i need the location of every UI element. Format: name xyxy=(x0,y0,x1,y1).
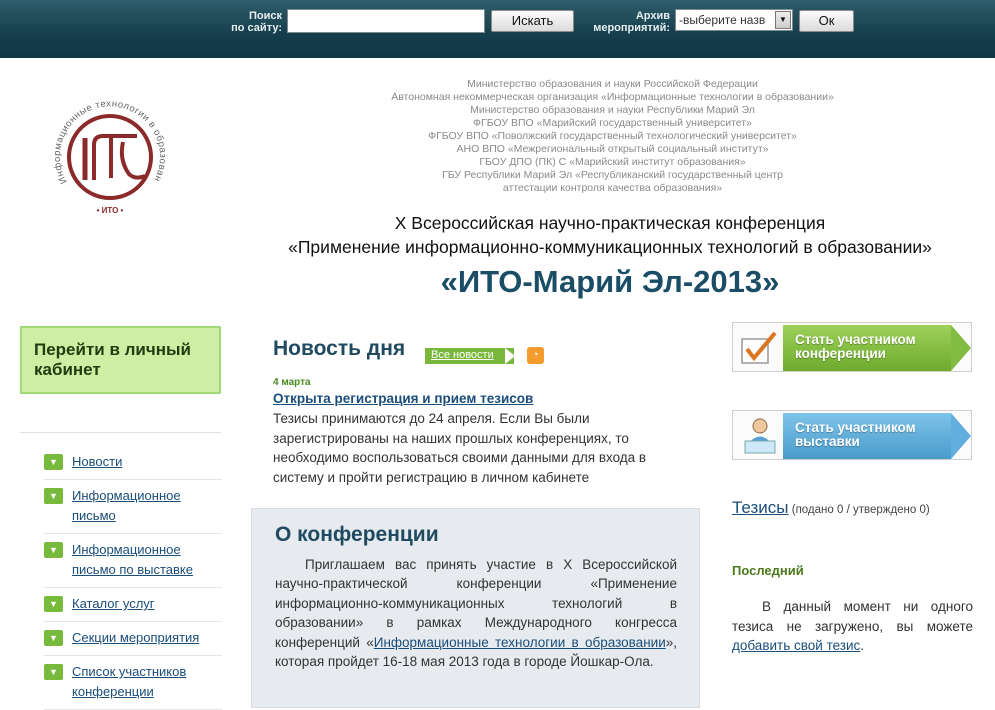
chevron-down-icon: ▼ xyxy=(44,596,63,612)
chevron-down-icon: ▼ xyxy=(44,630,63,646)
archive-select[interactable]: -выберите назв ▼ xyxy=(675,9,793,31)
sidebar-divider xyxy=(20,432,221,433)
organization-line: Министерство образования и науки Российс… xyxy=(467,78,758,90)
become-exhibitor-button[interactable]: Стать участником выставки xyxy=(732,410,972,460)
participant-label-line2: конференции xyxy=(795,346,886,361)
sidebar-item-label[interactable]: Каталог услуг xyxy=(72,596,155,611)
theses-status: (подано 0 / утверждено 0) xyxy=(791,504,930,516)
all-news-link[interactable]: Все новости xyxy=(425,348,515,364)
ok-button[interactable]: Ок xyxy=(799,10,854,32)
arrow-tip xyxy=(951,325,971,371)
theses-link[interactable]: Тезисы xyxy=(732,498,789,517)
archive-label-line2: мероприятий: xyxy=(593,22,670,34)
organization-line: Автономная некоммерческая организация «И… xyxy=(391,91,834,103)
ito-congress-link[interactable]: Информационные технологии в образовании xyxy=(374,635,666,650)
search-label-line1: Поиск xyxy=(248,10,282,22)
conference-title: «ИТО-Марий Эл-2013» xyxy=(440,264,780,299)
sidebar-item-label[interactable]: Новости xyxy=(72,454,122,469)
archive-label-line1: Архив xyxy=(635,10,670,22)
last-body: В данный момент ни одного тезиса не загр… xyxy=(732,597,973,656)
organization-line: ФГБОУ ВПО «Марийский государственный уни… xyxy=(473,117,752,129)
participant-label-line1: Стать участником xyxy=(795,332,916,347)
organization-line: АНО ВПО «Межрегиональный открытый социал… xyxy=(456,143,769,155)
chevron-down-icon[interactable]: ▼ xyxy=(775,11,791,29)
top-bar: Поиск по сайту: Искать Архив мероприятий… xyxy=(0,0,995,58)
checkmark-icon xyxy=(741,331,777,364)
about-heading: О конференции xyxy=(275,523,439,546)
news-title-link[interactable]: Открыта регистрация и прием тезисов xyxy=(273,391,533,406)
search-button[interactable]: Искать xyxy=(491,10,574,32)
organization-line: ФГБОУ ВПО «Поволжский государственный те… xyxy=(428,130,797,142)
sidebar-item-sections[interactable]: ▼ Секции мероприятия xyxy=(44,622,222,656)
sidebar-nav: ▼ Новости ▼ Информационное письмо ▼ Инфо… xyxy=(44,446,222,710)
sidebar-item-catalog[interactable]: ▼ Каталог услуг xyxy=(44,588,222,622)
participant-label: Стать участником конференции xyxy=(783,325,951,371)
about-body: Приглашаем вас принять участие в X Всеро… xyxy=(275,555,677,671)
chevron-down-icon: ▼ xyxy=(44,542,63,558)
ito-logo-icon: Информационные технологии в образовании … xyxy=(42,82,167,215)
become-participant-button[interactable]: Стать участником конференции xyxy=(732,322,972,372)
rss-icon[interactable]: ◔ xyxy=(527,347,544,364)
logo-badge: • ИТО • xyxy=(97,206,124,215)
conference-line2: «Применение информационно-коммуникационн… xyxy=(288,237,932,257)
chevron-down-icon: ▼ xyxy=(44,664,63,680)
exhibitor-label-line2: выставки xyxy=(795,434,860,449)
sidebar-item-label[interactable]: Список участников конференции xyxy=(72,664,186,699)
last-text-end: . xyxy=(860,638,865,653)
ito-logo[interactable]: Информационные технологии в образовании … xyxy=(42,82,175,220)
last-text: В данный момент ни одного тезиса не загр… xyxy=(732,599,973,634)
last-heading: Последний xyxy=(732,563,804,578)
organization-line: ГБОУ ДПО (ПК) С «Марийский институт обра… xyxy=(479,156,746,168)
user-computer-icon xyxy=(744,418,776,454)
news-date: 4 марта xyxy=(273,377,311,388)
chevron-down-icon: ▼ xyxy=(44,454,63,470)
organization-line: аттестации контроля качества образования… xyxy=(502,182,723,194)
theses-summary: Тезисы (подано 0 / утверждено 0) xyxy=(732,498,930,518)
archive-label: Архив мероприятий: xyxy=(586,10,670,34)
sidebar-item-label[interactable]: Информационное письмо xyxy=(72,488,181,523)
search-label-line2: по сайту: xyxy=(231,22,282,34)
exhibitor-label-line1: Стать участником xyxy=(795,420,916,435)
organization-line: ГБУ Республики Марий Эл «Республиканский… xyxy=(442,169,783,181)
sidebar-item-info-letter[interactable]: ▼ Информационное письмо xyxy=(44,480,222,534)
sidebar-item-exhibition-letter[interactable]: ▼ Информационное письмо по выставке xyxy=(44,534,222,588)
sidebar-item-news[interactable]: ▼ Новости xyxy=(44,446,222,480)
archive-select-value: -выберите назв xyxy=(679,13,766,27)
add-thesis-link[interactable]: добавить свой тезис xyxy=(732,638,860,653)
sidebar-item-label[interactable]: Информационное письмо по выставке xyxy=(72,542,193,577)
news-heading: Новость дня xyxy=(273,337,406,360)
organization-line: Министерство образования и науки Республ… xyxy=(470,104,755,116)
exhibitor-label: Стать участником выставки xyxy=(783,413,951,459)
organizations-list: Министерство образования и науки Российс… xyxy=(340,78,885,195)
chevron-down-icon: ▼ xyxy=(44,488,63,504)
news-body: Тезисы принимаются до 24 апреля. Если Вы… xyxy=(273,411,647,485)
search-label: Поиск по сайту: xyxy=(226,10,282,34)
search-input[interactable] xyxy=(287,9,485,33)
sidebar-item-participants[interactable]: ▼ Список участников конференции xyxy=(44,656,222,710)
sidebar-item-label[interactable]: Секции мероприятия xyxy=(72,630,199,645)
arrow-tip xyxy=(951,413,971,459)
personal-cabinet-button[interactable]: Перейти в личный кабинет xyxy=(20,326,221,394)
conference-line1: X Всероссийская научно-практическая конф… xyxy=(394,213,826,233)
